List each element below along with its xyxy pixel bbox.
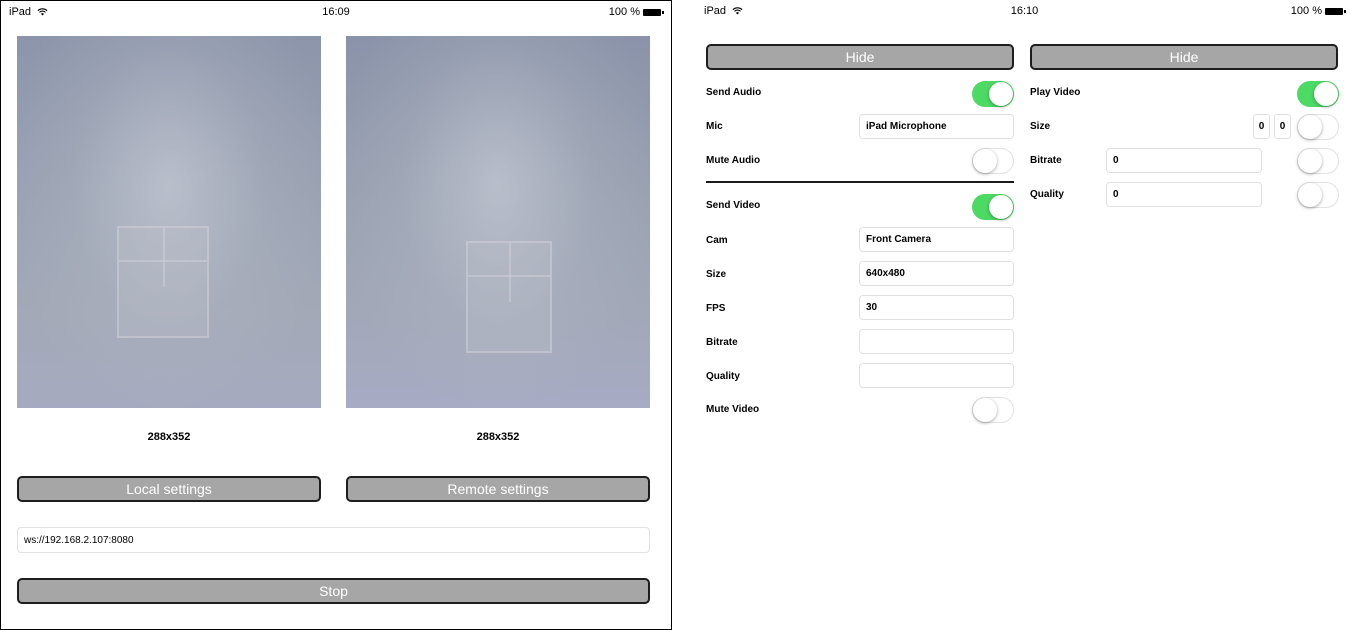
- remote-bitrate-label: Bitrate: [1030, 155, 1062, 166]
- mute-audio-toggle[interactable]: [972, 148, 1014, 174]
- remote-bitrate-field[interactable]: 0: [1106, 148, 1262, 173]
- remote-size-toggle[interactable]: [1297, 114, 1339, 140]
- mic-label: Mic: [706, 121, 723, 132]
- right-screen: iPad 16:10 100 % Hide Send Audio Mic iPa…: [696, 0, 1353, 630]
- mute-audio-label: Mute Audio: [706, 155, 761, 166]
- play-video-label: Play Video: [1030, 87, 1081, 98]
- remote-quality-field[interactable]: 0: [1106, 182, 1262, 207]
- size-field[interactable]: 640x480: [859, 261, 1014, 286]
- remote-quality-label: Quality: [1030, 189, 1064, 200]
- remote-height-field[interactable]: 0: [1274, 114, 1291, 139]
- send-audio-label: Send Audio: [706, 87, 762, 98]
- bitrate-field[interactable]: [859, 329, 1014, 354]
- battery-icon: [1325, 7, 1346, 15]
- remote-width-field[interactable]: 0: [1253, 114, 1270, 139]
- remote-quality-toggle[interactable]: [1297, 182, 1339, 208]
- fps-label: FPS: [706, 303, 726, 314]
- fps-field[interactable]: 30: [859, 295, 1014, 320]
- remote-settings-label: Remote settings: [447, 481, 549, 497]
- remote-video-view: [346, 36, 650, 408]
- hide-label: Hide: [1169, 49, 1199, 65]
- size-value: 640x480: [866, 268, 905, 279]
- status-time: 16:09: [322, 6, 350, 18]
- cam-label: Cam: [706, 235, 728, 246]
- send-audio-toggle[interactable]: [972, 81, 1014, 107]
- battery-percent: 100 %: [1290, 5, 1322, 17]
- remote-width-value: 0: [1258, 121, 1265, 132]
- bitrate-label: Bitrate: [706, 337, 738, 348]
- send-video-toggle[interactable]: [972, 194, 1014, 220]
- local-settings-button[interactable]: Local settings: [17, 476, 321, 502]
- quality-field[interactable]: [859, 363, 1014, 388]
- remote-settings-button[interactable]: Remote settings: [346, 476, 650, 502]
- server-url-input[interactable]: ws://192.168.2.107:8080: [17, 527, 650, 553]
- play-video-toggle[interactable]: [1297, 81, 1339, 107]
- status-time: 16:10: [1010, 5, 1039, 17]
- hide-local-settings-button[interactable]: Hide: [706, 44, 1014, 70]
- status-bar: iPad 16:09 100 %: [1, 1, 671, 23]
- local-settings-label: Local settings: [126, 481, 212, 497]
- cam-value: Front Camera: [866, 234, 932, 245]
- remote-quality-value: 0: [1113, 189, 1119, 200]
- cam-field[interactable]: Front Camera: [859, 227, 1014, 252]
- local-video-resolution: 288x352: [147, 431, 191, 443]
- mute-video-toggle[interactable]: [972, 397, 1014, 423]
- remote-height-value: 0: [1279, 121, 1286, 132]
- fps-value: 30: [866, 302, 878, 313]
- mic-field[interactable]: iPad Microphone: [859, 114, 1014, 139]
- remote-bitrate-toggle[interactable]: [1297, 148, 1339, 174]
- hide-label: Hide: [845, 49, 875, 65]
- size-label: Size: [706, 269, 727, 280]
- window-reflection: [117, 226, 209, 338]
- left-screen: iPad 16:09 100 % 288x352 288x352 Local s…: [0, 0, 672, 630]
- local-video-view: [17, 36, 321, 408]
- stop-label: Stop: [319, 583, 348, 599]
- send-video-label: Send Video: [706, 200, 761, 211]
- hide-remote-settings-button[interactable]: Hide: [1030, 44, 1338, 70]
- window-reflection: [466, 241, 552, 353]
- mic-value: iPad Microphone: [866, 121, 947, 132]
- battery-icon: [643, 8, 664, 16]
- stop-button[interactable]: Stop: [17, 578, 650, 604]
- remote-size-label: Size: [1030, 121, 1051, 132]
- mute-video-label: Mute Video: [706, 404, 760, 415]
- remote-video-resolution: 288x352: [476, 431, 520, 443]
- battery-percent: 100 %: [608, 6, 640, 18]
- server-url-value: ws://192.168.2.107:8080: [24, 534, 134, 546]
- status-bar: iPad 16:10 100 %: [696, 0, 1353, 22]
- section-divider: [706, 181, 1014, 183]
- remote-bitrate-value: 0: [1113, 155, 1119, 166]
- quality-label: Quality: [706, 371, 740, 382]
